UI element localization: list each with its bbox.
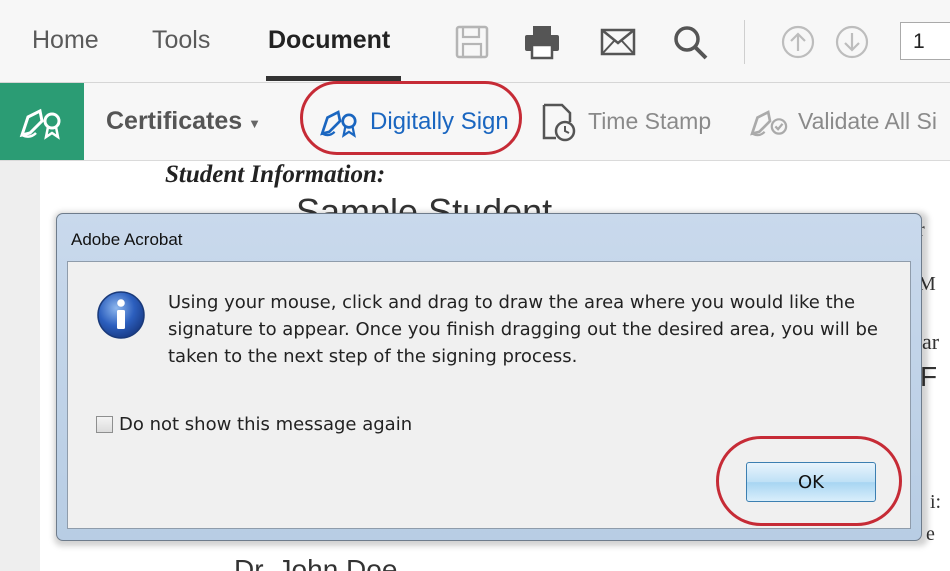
tab-tools[interactable]: Tools (152, 26, 210, 55)
print-icon[interactable] (522, 22, 562, 62)
dialog-title: Adobe Acrobat (71, 230, 183, 249)
certificates-dropdown[interactable]: Certificates ▼ (106, 83, 261, 160)
dont-show-again-label[interactable]: Do not show this message again (119, 414, 412, 435)
page-number-input[interactable]: 1 (900, 22, 950, 60)
time-stamp-button[interactable]: Time Stamp (540, 83, 711, 160)
student-info-heading: Student Information: (165, 161, 386, 188)
doctor-name: Dr. John Doe (234, 554, 398, 571)
page-down-icon[interactable] (832, 22, 872, 62)
time-stamp-icon (542, 103, 576, 141)
dialog-message: Using your mouse, click and drag to draw… (168, 292, 878, 367)
info-icon (97, 291, 145, 339)
highlight-ring-ok (716, 436, 902, 526)
tab-document[interactable]: Document (268, 26, 390, 55)
search-icon[interactable] (670, 22, 710, 62)
time-stamp-label: Time Stamp (588, 108, 712, 134)
document-edge-text: i: (930, 491, 942, 513)
validate-signature-icon (750, 109, 788, 136)
validate-all-signatures-button[interactable]: Validate All Si (748, 83, 937, 160)
validate-label: Validate All Si (798, 108, 937, 134)
email-icon[interactable] (598, 22, 638, 62)
toolbar-separator (744, 20, 745, 64)
dont-show-again-row[interactable]: Do not show this message again (96, 414, 412, 435)
dont-show-again-checkbox[interactable] (96, 416, 113, 433)
save-icon[interactable] (452, 22, 492, 62)
chevron-down-icon: ▼ (248, 116, 262, 131)
certificates-tool-tile[interactable] (0, 83, 84, 160)
top-menu-bar: Home Tools Document 1 (0, 0, 950, 83)
signature-pen-icon (19, 108, 61, 140)
certificates-label: Certificates (106, 107, 243, 135)
tab-home[interactable]: Home (32, 26, 99, 55)
highlight-ring-digitally-sign (300, 81, 522, 155)
document-margin (0, 161, 40, 571)
page-up-icon[interactable] (778, 22, 818, 62)
